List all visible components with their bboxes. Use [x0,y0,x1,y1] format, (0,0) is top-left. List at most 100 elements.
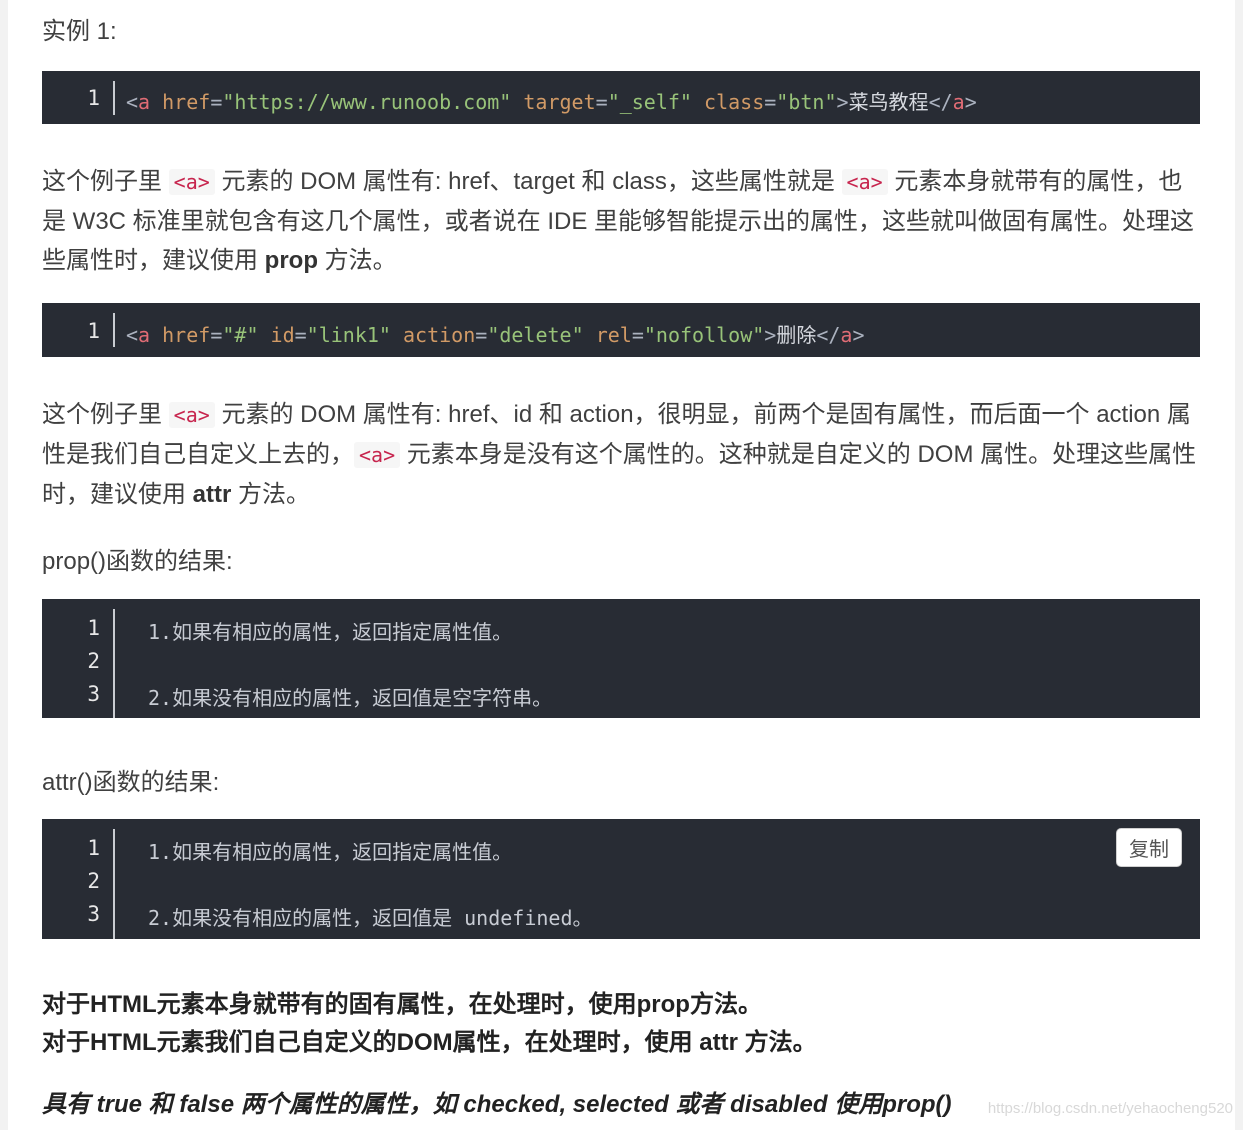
paragraph-line: 这个例子里 <a> 元素的 DOM 属性有: href、target 和 cla… [42,162,1200,202]
gutter-divider [113,313,115,347]
text-run: 元素的 DOM 属性有: href、target 和 class，这些属性就是 [214,168,842,195]
inline-code-a-tag: <a> [354,442,401,468]
code-token: action [403,323,476,347]
code-token: a [138,90,151,114]
line-number: 2 [87,869,100,893]
text-run: 时，建议使用 [42,481,193,508]
code-token: a [138,323,151,347]
code-token: </ [928,90,953,114]
paragraph-intrinsic-attributes: 这个例子里 <a> 元素的 DOM 属性有: href、target 和 cla… [42,162,1200,280]
inline-code-a-tag: <a> [841,169,888,195]
line-number: 1 [87,616,100,640]
text-run: 元素本身是没有这个属性的。这种就是自定义的 DOM 属性。处理这些属性 [400,441,1197,468]
code-line: 1.如果有相应的属性，返回指定属性值。 [148,620,513,644]
code-token: a [952,90,965,114]
text-run: 性是我们自己自定义上去的， [42,441,354,468]
code-line: 2.如果没有相应的属性，返回值是 undefined。 [148,906,593,930]
code-token: < [126,90,139,114]
copy-button[interactable]: 复制 [1116,828,1182,867]
watermark: https://blog.csdn.net/yehaocheng520 [987,1100,1233,1117]
code-token: > [852,323,865,347]
gutter-divider [113,829,115,939]
line-number: 3 [87,682,100,706]
code-token: id [270,323,295,347]
inline-code-a-tag: <a> [168,402,215,428]
bold-keyword-attr: attr [192,481,232,508]
code-token: = [475,323,488,347]
code-token: = [631,323,644,347]
text-run: 这个例子里 [42,401,169,428]
code-token: "delete" [487,323,584,347]
code-token: = [210,323,223,347]
code-token: = [210,90,223,114]
code-block-attr-result: 1 2 3 1.如果有相应的属性，返回指定属性值。 2.如果没有相应的属性，返回… [42,819,1200,939]
code-token: href [162,90,211,114]
prop-result-heading: prop()函数的结果: [42,548,233,575]
code-token: < [126,323,139,347]
code-token: a [840,323,853,347]
paragraph-line: 性是我们自己自定义上去的， <a> 元素本身是没有这个属性的。这种就是自定义的 D… [42,435,1200,475]
page-right-border [1235,0,1243,1130]
line-number: 1 [87,319,100,343]
code-token: "nofollow" [643,323,765,347]
line-number: 2 [87,649,100,673]
code-token: 菜鸟教程 [848,90,929,114]
paragraph-line: 时，建议使用 attr 方法。 [42,475,1200,514]
code-token: = [764,90,777,114]
code-token: = [595,90,608,114]
line-number-gutter: 1 [42,303,114,357]
code-block-2: 1 <a href="#" id="link1" action="delete"… [42,303,1200,357]
code-block-1: 1 <a href="https://www.runoob.com" targe… [42,71,1200,124]
line-number-gutter: 1 2 3 [42,819,114,939]
line-number: 1 [87,836,100,860]
code-line: 1.如果有相应的属性，返回指定属性值。 [148,840,513,864]
gutter-divider [113,609,115,718]
page-left-border [0,0,8,1130]
text-run: 元素本身就带有的属性，也 [887,168,1183,195]
code-token: class [704,90,765,114]
line-number: 3 [87,902,100,926]
code-token: "link1" [306,323,391,347]
code-line: <a href="#" id="link1" action="delete" r… [126,319,865,348]
code-token: "_self" [607,90,692,114]
paragraph-line: 这个例子里 <a> 元素的 DOM 属性有: href、id 和 action，… [42,395,1200,435]
paragraph-line: 些属性时，建议使用 prop 方法。 [42,241,1200,280]
code-line: <a href="https://www.runoob.com" target=… [126,86,977,115]
code-line: 2.如果没有相应的属性，返回值是空字符串。 [148,686,553,710]
text-run: 些属性时，建议使用 [42,247,265,274]
line-number-gutter: 1 2 3 [42,599,114,718]
code-token: "#" [222,323,259,347]
bold-keyword-prop: prop [264,247,318,274]
text-run: 这个例子里 [42,168,169,195]
code-token: 删除 [776,323,817,347]
code-token: target [523,90,596,114]
code-token: > [964,90,977,114]
emphasis-boolean-attributes: 具有 true 和 false 两个属性的属性，如 checked, selec… [42,1091,952,1118]
summary-line-attr: 对于HTML元素我们自己自定义的DOM属性，在处理时，使用 attr 方法。 [42,1029,817,1056]
code-token: href [162,323,211,347]
code-token: = [294,323,307,347]
code-token: "https://www.runoob.com" [222,90,512,114]
attr-result-heading: attr()函数的结果: [42,769,220,796]
code-token: > [764,323,777,347]
paragraph-line: 是 W3C 标准里就包含有这几个属性，或者说在 IDE 里能够智能提示出的属性，… [42,208,1195,235]
inline-code-a-tag: <a> [168,169,215,195]
code-token: > [836,90,849,114]
text-run: 元素的 DOM 属性有: href、id 和 action，很明显，前两个是固有… [214,401,1191,428]
code-token: "btn" [776,90,837,114]
line-number-gutter: 1 [42,71,114,124]
code-token: </ [816,323,841,347]
code-block-prop-result: 1 2 3 1.如果有相应的属性，返回指定属性值。 2.如果没有相应的属性，返回… [42,599,1200,718]
code-token: rel [595,323,632,347]
text-run: 方法。 [318,247,397,274]
line-number: 1 [87,86,100,110]
text-run: 方法。 [231,481,311,508]
gutter-divider [113,81,115,115]
